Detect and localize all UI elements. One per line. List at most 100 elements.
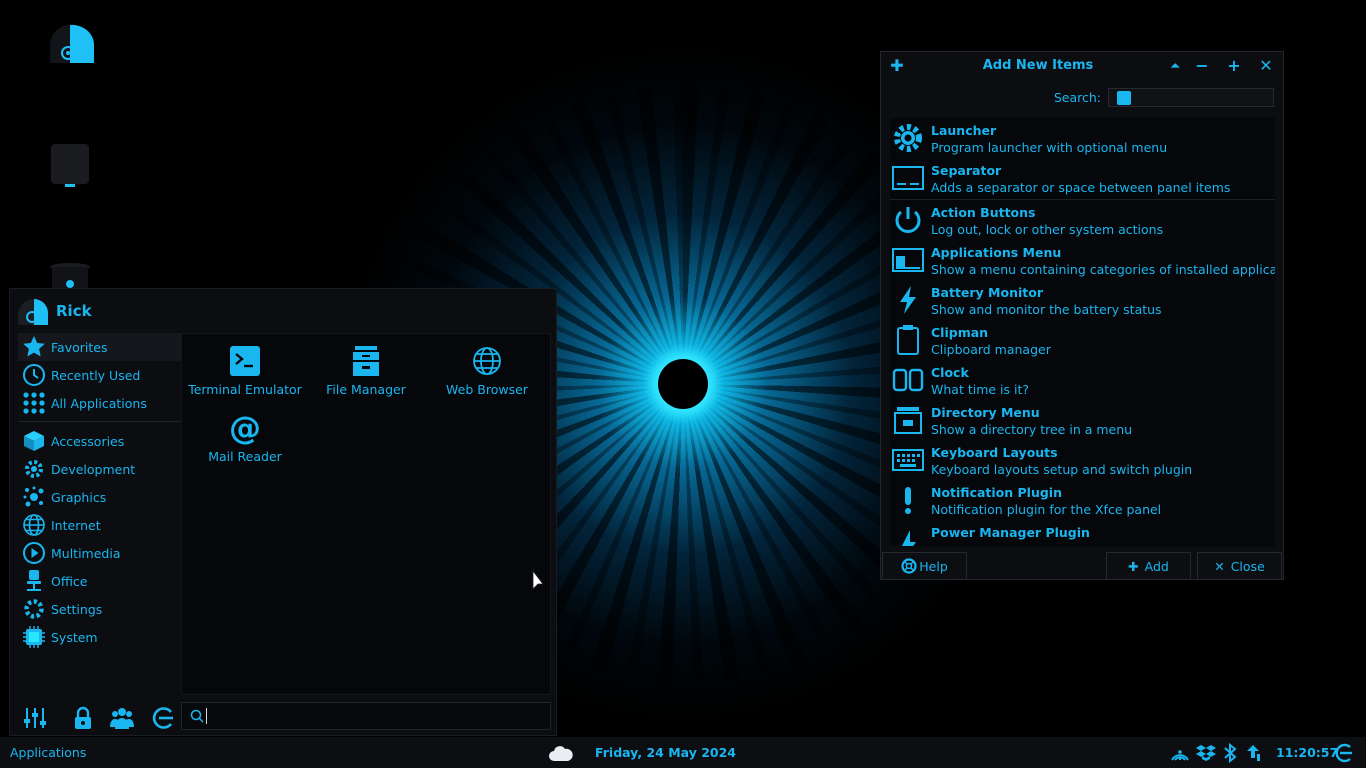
power-manager-icon	[902, 530, 916, 546]
category-label: Accessories	[51, 433, 125, 449]
item-description: Show and monitor the battery status	[931, 302, 1162, 317]
trash-icon[interactable]	[48, 262, 92, 288]
search-label: Search:	[1053, 90, 1101, 105]
app-web-browser[interactable]: Web Browser	[427, 344, 547, 397]
category-accessories[interactable]: Accessories	[18, 427, 183, 455]
category-office[interactable]: Office	[18, 567, 183, 595]
list-item-keyboard-layouts[interactable]: Keyboard Layouts Keyboard layouts setup …	[890, 440, 1275, 480]
category-recently-used[interactable]: Recently Used	[18, 361, 183, 389]
app-mail-reader[interactable]: @ Mail Reader	[185, 411, 305, 464]
close-label: Close	[1230, 558, 1265, 574]
lock-icon[interactable]	[70, 705, 96, 731]
item-name: Applications Menu	[931, 245, 1062, 260]
list-item-separator[interactable]: Separator Adds a separator or space betw…	[890, 158, 1275, 198]
power-icon	[895, 207, 921, 233]
item-description: Log out, lock or other system actions	[931, 222, 1164, 237]
category-internet[interactable]: Internet	[18, 511, 183, 539]
category-settings[interactable]: Settings	[18, 595, 183, 623]
dropbox-icon[interactable]	[1195, 742, 1217, 764]
gear-icon	[894, 124, 922, 152]
panel-clock[interactable]: 11:20:57	[1276, 745, 1338, 760]
app-menu-icon	[892, 248, 924, 272]
category-multimedia[interactable]: Multimedia	[18, 539, 183, 567]
close-window-button[interactable]: ✕	[1255, 56, 1277, 76]
category-label: Internet	[51, 517, 101, 533]
category-graphics[interactable]: Graphics	[18, 483, 183, 511]
star-icon	[23, 336, 45, 357]
close-button[interactable]: ✕ Close	[1197, 552, 1282, 580]
add-button[interactable]: ✚ Add	[1106, 552, 1191, 580]
dialog-titlebar[interactable]: ✚ Add New Items ⏶ − + ✕	[881, 52, 1283, 80]
network-icon[interactable]	[1169, 742, 1191, 764]
item-name: Launcher	[931, 123, 997, 138]
item-description: Notification plugin for the Xfce panel	[931, 502, 1162, 517]
add-label: Add	[1144, 558, 1169, 574]
category-all-applications[interactable]: All Applications	[18, 389, 183, 417]
list-item-clipman[interactable]: Clipman Clipboard manager	[890, 320, 1275, 360]
maximize-button[interactable]: +	[1223, 56, 1245, 76]
list-item-clock[interactable]: Clock What time is it?	[890, 360, 1275, 400]
menu-search-box[interactable]	[181, 702, 551, 730]
help-button[interactable]: Help	[882, 552, 967, 580]
avatar	[17, 298, 48, 325]
logout-icon[interactable]	[1332, 742, 1354, 764]
category-label: System	[51, 629, 98, 645]
globe-icon	[473, 347, 501, 375]
app-terminal-emulator[interactable]: Terminal Emulator	[185, 344, 305, 397]
paint-icon	[23, 486, 44, 507]
list-item-applications-menu[interactable]: Applications Menu Show a menu containing…	[890, 240, 1275, 280]
list-item-launcher[interactable]: Launcher Program launcher with optional …	[890, 118, 1275, 158]
item-name: Clipman	[931, 325, 989, 340]
clock-icon	[23, 364, 45, 386]
list-item-action-buttons[interactable]: Action Buttons Log out, lock or other sy…	[890, 200, 1275, 240]
panel-date[interactable]: Friday, 24 May 2024	[595, 745, 736, 760]
home-drive-icon[interactable]	[46, 23, 94, 65]
category-label: Office	[51, 573, 88, 589]
item-description: Show a menu containing categories of ins…	[931, 262, 1275, 277]
menu-search-input[interactable]	[213, 708, 533, 724]
list-item-battery-monitor[interactable]: Battery Monitor Show and monitor the bat…	[890, 280, 1275, 320]
applications-menu-button[interactable]: Applications	[10, 745, 86, 760]
settings-manager-icon[interactable]	[22, 705, 48, 731]
category-label: Multimedia	[51, 545, 121, 561]
category-label: Favorites	[51, 339, 108, 355]
bottom-panel: Applications Friday, 24 May 2024 11:20:5…	[0, 737, 1366, 768]
lifebuoy-icon	[901, 558, 917, 574]
category-label: Settings	[51, 601, 103, 617]
item-name: Action Buttons	[931, 205, 1036, 220]
shade-button[interactable]: ⏶	[1164, 56, 1186, 76]
category-label: Development	[51, 461, 136, 477]
app-file-manager[interactable]: File Manager	[306, 344, 426, 397]
logout-icon[interactable]	[150, 705, 176, 731]
app-grid: Terminal Emulator File Manager Web Brows…	[181, 333, 551, 695]
item-description: Keyboard layouts setup and switch plugin	[931, 462, 1193, 477]
category-divider	[18, 421, 183, 422]
item-description: Show a directory tree in a menu	[931, 422, 1133, 437]
gear-icon	[24, 599, 44, 619]
bluetooth-icon[interactable]	[1219, 742, 1241, 764]
dialog-search-input[interactable]	[1108, 88, 1274, 107]
weather-cloud-icon[interactable]	[548, 744, 574, 762]
app-label: Web Browser	[446, 382, 528, 397]
minimize-button[interactable]: −	[1191, 56, 1213, 76]
svg-text:@: @	[229, 411, 261, 445]
category-system[interactable]: System	[18, 623, 183, 651]
device-icon[interactable]	[49, 142, 91, 188]
list-item-directory-menu[interactable]: Directory Menu Show a directory tree in …	[890, 400, 1275, 440]
chair-icon	[27, 570, 41, 591]
lightning-icon	[900, 286, 916, 314]
share-icon[interactable]	[1243, 742, 1265, 764]
text-cursor	[206, 708, 207, 724]
exclamation-icon	[905, 487, 911, 514]
close-icon: ✕	[1214, 558, 1225, 574]
switch-user-icon[interactable]	[109, 705, 135, 731]
help-label: Help	[919, 558, 948, 574]
box-icon	[24, 431, 44, 451]
list-item-notification-plugin[interactable]: Notification Plugin Notification plugin …	[890, 480, 1275, 520]
list-item-power-manager-plugin[interactable]: Power Manager Plugin	[890, 520, 1275, 546]
category-label: All Applications	[51, 395, 147, 411]
category-label: Graphics	[51, 489, 107, 505]
category-favorites[interactable]: Favorites	[18, 333, 183, 361]
category-development[interactable]: Development	[18, 455, 183, 483]
item-description: Adds a separator or space between panel …	[931, 180, 1231, 195]
